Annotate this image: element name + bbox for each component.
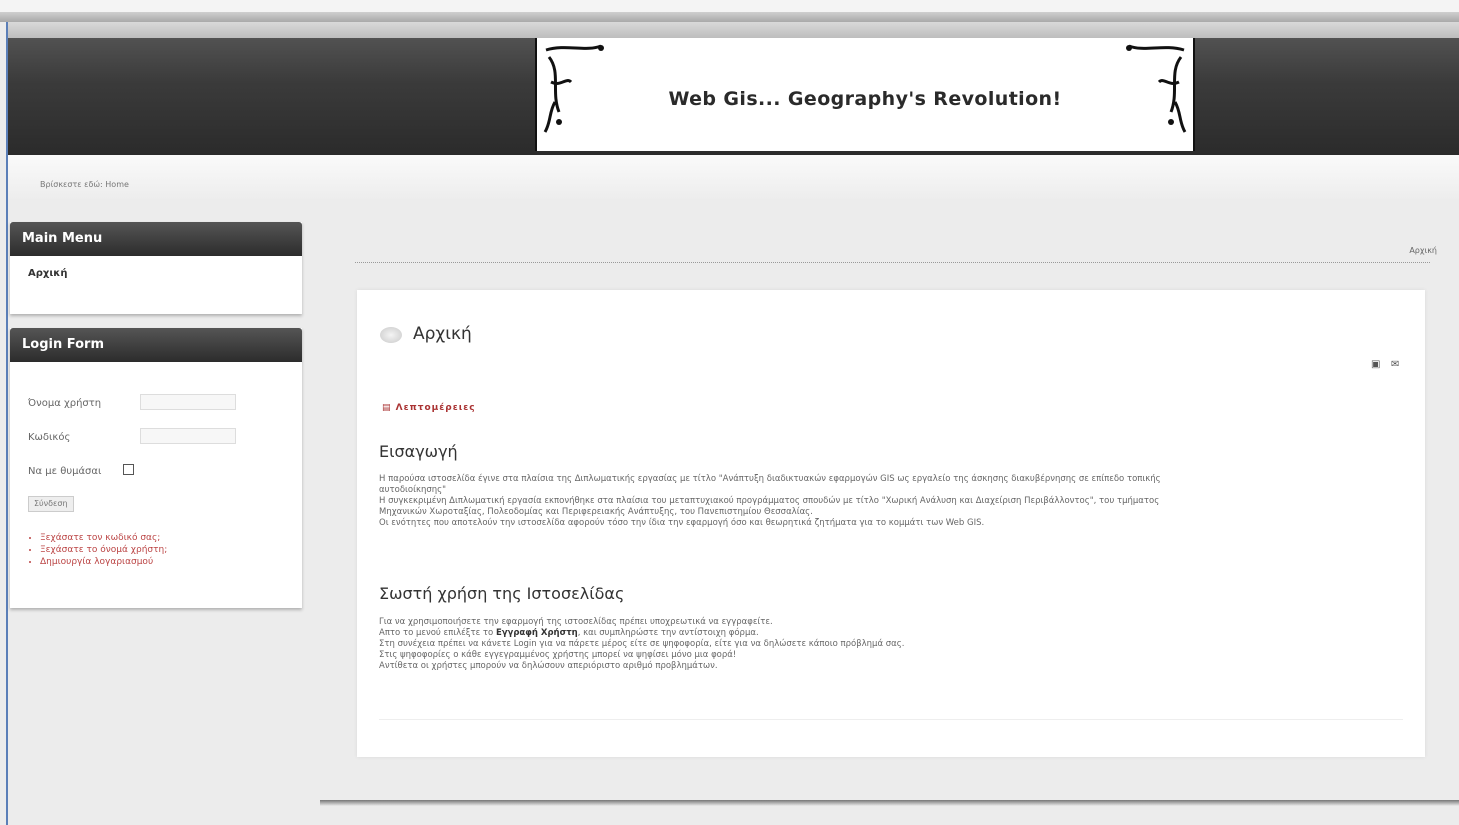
ornament-right-icon (1126, 44, 1187, 133)
remember-row: Να με θυμάσαι (10, 458, 302, 492)
article-tools: ▣ ✉ (1371, 360, 1403, 370)
username-row: Όνομα χρήστη (10, 390, 302, 424)
usage-line: Στις ψηφοφορίες ο κάθε εγγεγραμμένος χρή… (379, 650, 737, 660)
main-menu-module: Main Menu Αρχική (10, 222, 302, 314)
username-input[interactable] (140, 394, 236, 410)
print-icon[interactable]: ▣ (1371, 360, 1383, 370)
intro-line: Η συγκεκριμένη Διπλωματική εργασία εκπον… (379, 496, 1160, 506)
login-form-module: Login Form Όνομα χρήστη Κωδικός Να με θυ… (10, 328, 302, 608)
usage-paragraph: Για να χρησιμοποιήσετε την εφαρμογή της … (379, 617, 1379, 672)
details-text: Λεπτομέρειες (395, 403, 476, 413)
username-label: Όνομα χρήστη (28, 398, 102, 409)
site-banner: Web Gis... Geography's Revolution! (535, 38, 1195, 151)
usage-line: Αντίθετα οι χρήστες μπορούν να δηλώσουν … (379, 661, 718, 671)
pathway-home-link[interactable]: Αρχική (1409, 246, 1437, 255)
article-icon (380, 327, 402, 343)
password-input[interactable] (140, 428, 236, 444)
login-links: Ξεχάσατε τον κωδικό σας; Ξεχάσατε το όνο… (10, 532, 302, 568)
pathway-divider (355, 262, 1430, 263)
password-label: Κωδικός (28, 432, 71, 443)
usage-line-text: Απτο το μενού επιλέξτε το (379, 628, 496, 638)
create-account-link[interactable]: Δημιουργία λογαριασμού (40, 556, 302, 568)
remember-label: Να με θυμάσαι (28, 466, 102, 477)
breadcrumb: Βρίσκεστε εδώ: Home (40, 180, 129, 189)
login-button[interactable]: Σύνδεση (28, 496, 74, 512)
register-link[interactable]: Εγγραφή Χρήστη (496, 628, 578, 638)
password-row: Κωδικός (10, 424, 302, 458)
intro-line: Οι ενότητες που αποτελούν την ιστοσελίδα… (379, 518, 985, 528)
intro-line: αυτοδιοίκησης" (379, 485, 447, 495)
forgot-username-link[interactable]: Ξεχάσατε το όνομά χρήστη; (40, 544, 302, 556)
breadcrumb-bar (8, 155, 1459, 199)
header-top-gradient (8, 22, 1459, 38)
usage-line-text: , και συμπληρώστε την αντίστοιχη φόρμα. (577, 628, 759, 638)
content-bottom-shadow (320, 800, 1459, 806)
details-label: ▤ Λεπτομέρειες (382, 403, 476, 413)
banner-title: Web Gis... Geography's Revolution! (668, 88, 1062, 110)
top-bar (0, 12, 1459, 22)
top-strip (0, 0, 1459, 12)
login-form-title: Login Form (10, 328, 302, 362)
intro-heading: Εισαγωγή (379, 442, 458, 461)
login-button-row: Σύνδεση (10, 492, 302, 532)
menu-item-home[interactable]: Αρχική (10, 256, 302, 279)
usage-heading: Σωστή χρήση της Ιστοσελίδας (379, 584, 625, 603)
intro-paragraph: Η παρούσα ιστοσελίδα έγινε στα πλαίσια τ… (379, 474, 1379, 529)
usage-line: Για να χρησιμοποιήσετε την εφαρμογή της … (379, 617, 773, 627)
intro-line: Η παρούσα ιστοσελίδα έγινε στα πλαίσια τ… (379, 474, 1161, 484)
article-bottom-divider (379, 719, 1403, 720)
main-menu-title: Main Menu (10, 222, 302, 256)
usage-line: Απτο το μενού επιλέξτε το Εγγραφή Χρήστη… (379, 628, 1379, 639)
intro-line: Μηχανικών Χωροταξίας, Πολεοδομίας και Πε… (379, 507, 813, 517)
forgot-password-link[interactable]: Ξεχάσατε τον κωδικό σας; (40, 532, 302, 544)
remember-checkbox[interactable] (123, 464, 134, 475)
article-title: Αρχική (413, 324, 472, 344)
usage-line: Στη συνέχεια πρέπει να κάνετε Login για … (379, 639, 905, 649)
article: Αρχική ▣ ✉ ▤ Λεπτομέρειες Εισαγωγή Η παρ… (357, 290, 1425, 757)
email-icon[interactable]: ✉ (1391, 360, 1403, 370)
